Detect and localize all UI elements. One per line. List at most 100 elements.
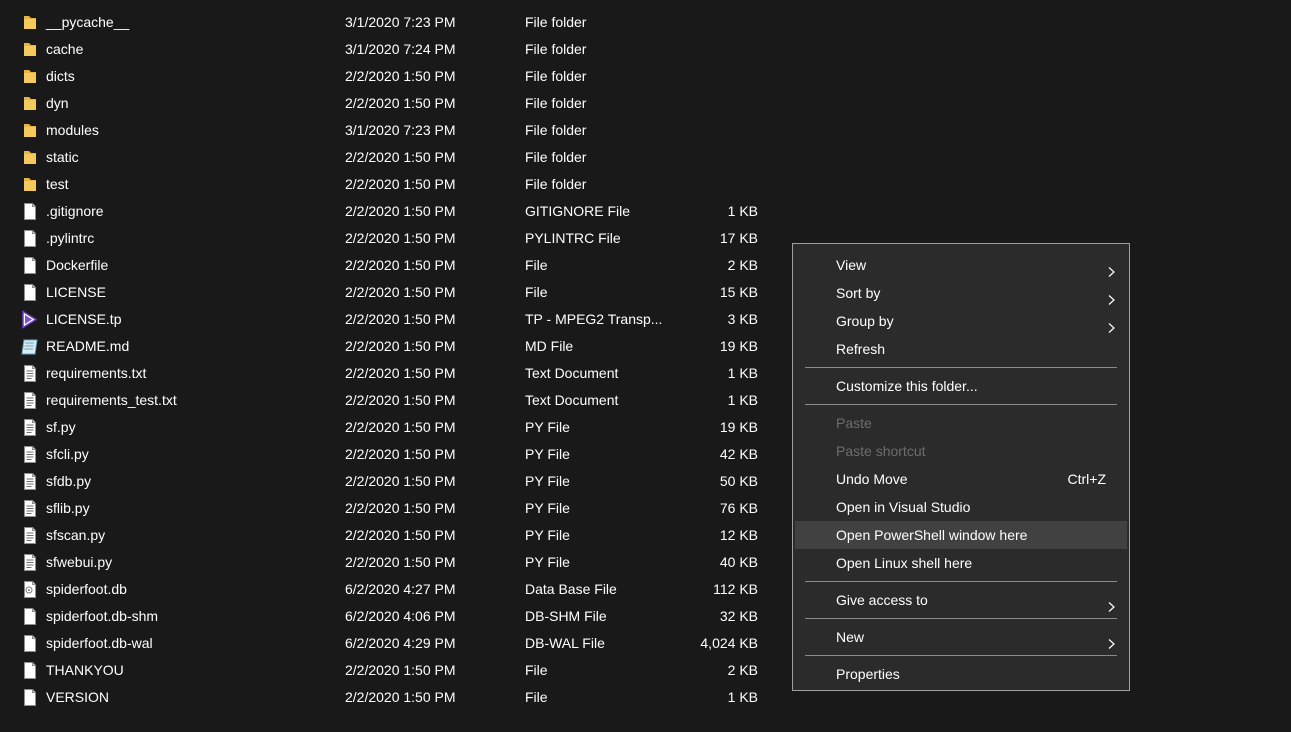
file-date-modified: 6/2/2020 4:29 PM (345, 635, 456, 651)
menu-item-customize-this-folder[interactable]: Customize this folder... (795, 372, 1127, 400)
chevron-right-icon (1105, 259, 1117, 277)
file-row[interactable]: sfcli.py 2/2/2020 1:50 PM PY File 42 KB (0, 441, 780, 468)
file-name: dicts (46, 68, 75, 84)
menu-item-view[interactable]: View (795, 251, 1127, 279)
menu-item-paste-shortcut[interactable]: Paste shortcut (795, 437, 1127, 465)
file-row[interactable]: .gitignore 2/2/2020 1:50 PM GITIGNORE File… (0, 198, 780, 225)
menu-item-label: Sort by (836, 285, 881, 301)
file-date-modified: 2/2/2020 1:50 PM (345, 284, 456, 300)
file-row[interactable]: static 2/2/2020 1:50 PM File folder (0, 144, 780, 171)
folder-icon (20, 67, 40, 86)
file-type: PY File (525, 473, 570, 489)
file-date-modified: 2/2/2020 1:50 PM (345, 473, 456, 489)
text-file-icon (20, 526, 40, 545)
file-date-modified: 2/2/2020 1:50 PM (345, 554, 456, 570)
file-row[interactable]: __pycache__ 3/1/2020 7:23 PM File folder (0, 9, 780, 36)
file-row[interactable]: modules 3/1/2020 7:23 PM File folder (0, 117, 780, 144)
file-type: File (525, 284, 548, 300)
markdown-file-icon (20, 337, 40, 356)
file-size: 1 KB (727, 365, 758, 381)
file-row[interactable]: Dockerfile 2/2/2020 1:50 PM File 2 KB (0, 252, 780, 279)
file-date-modified: 6/2/2020 4:27 PM (345, 581, 456, 597)
file-row[interactable]: VERSION 2/2/2020 1:50 PM File 1 KB (0, 684, 780, 711)
file-row[interactable]: sf.py 2/2/2020 1:50 PM PY File 19 KB (0, 414, 780, 441)
menu-item-refresh[interactable]: Refresh (795, 335, 1127, 363)
file-row[interactable]: sfwebui.py 2/2/2020 1:50 PM PY File 40 KB (0, 549, 780, 576)
file-name: LICENSE.tp (46, 311, 122, 327)
file-icon (20, 634, 40, 653)
file-row[interactable]: THANKYOU 2/2/2020 1:50 PM File 2 KB (0, 657, 780, 684)
file-row[interactable]: README.md 2/2/2020 1:50 PM MD File 19 KB (0, 333, 780, 360)
file-date-modified: 3/1/2020 7:24 PM (345, 41, 456, 57)
menu-item-open-powershell-window-here[interactable]: Open PowerShell window here (795, 521, 1127, 549)
file-size: 1 KB (727, 689, 758, 705)
file-row[interactable]: spiderfoot.db-shm 6/2/2020 4:06 PM DB-SHM … (0, 603, 780, 630)
file-size: 19 KB (719, 419, 758, 435)
file-date-modified: 2/2/2020 1:50 PM (345, 149, 456, 165)
file-name: sf.py (46, 419, 76, 435)
menu-item-label: Refresh (836, 341, 886, 357)
file-row[interactable]: .pylintrc 2/2/2020 1:50 PM PYLINTRC File 17… (0, 225, 780, 252)
file-row[interactable]: sfdb.py 2/2/2020 1:50 PM PY File 50 KB (0, 468, 780, 495)
menu-item-sort-by[interactable]: Sort by (795, 279, 1127, 307)
file-date-modified: 2/2/2020 1:50 PM (345, 446, 456, 462)
file-size: 12 KB (719, 527, 758, 543)
file-size: 4,024 KB (700, 635, 758, 651)
file-name: THANKYOU (46, 662, 124, 678)
menu-item-open-linux-shell-here[interactable]: Open Linux shell here (795, 549, 1127, 577)
file-row[interactable]: sfscan.py 2/2/2020 1:50 PM PY File 12 KB (0, 522, 780, 549)
file-row[interactable]: spiderfoot.db-wal 6/2/2020 4:29 PM DB-WAL … (0, 630, 780, 657)
folder-icon (20, 94, 40, 113)
chevron-right-icon (1105, 315, 1117, 333)
menu-item-label: Group by (836, 313, 894, 329)
file-name: cache (46, 41, 84, 57)
text-file-icon (20, 364, 40, 383)
file-type: File (525, 257, 548, 273)
file-name: README.md (46, 338, 130, 354)
menu-item-label: New (836, 629, 865, 645)
file-type: Data Base File (525, 581, 617, 597)
file-name: Dockerfile (46, 257, 109, 273)
file-icon (20, 256, 40, 275)
file-row[interactable]: spiderfoot.db 6/2/2020 4:27 PM Data Base F… (0, 576, 780, 603)
file-row[interactable]: sflib.py 2/2/2020 1:50 PM PY File 76 KB (0, 495, 780, 522)
file-list: __pycache__ 3/1/2020 7:23 PM File folder ca… (0, 9, 780, 711)
menu-item-give-access-to[interactable]: Give access to (795, 586, 1127, 614)
file-size: 15 KB (719, 284, 758, 300)
file-row[interactable]: dicts 2/2/2020 1:50 PM File folder (0, 63, 780, 90)
menu-item-group-by[interactable]: Group by (795, 307, 1127, 335)
file-name: spiderfoot.db-shm (46, 608, 159, 624)
file-row[interactable]: LICENSE.tp 2/2/2020 1:50 PM TP - MPEG2 Tra… (0, 306, 780, 333)
file-name: dyn (46, 95, 69, 111)
file-row[interactable]: requirements_test.txt 2/2/2020 1:50 PM Tex… (0, 387, 780, 414)
file-date-modified: 6/2/2020 4:06 PM (345, 608, 456, 624)
menu-item-open-in-visual-studio[interactable]: Open in Visual Studio (795, 493, 1127, 521)
folder-icon (20, 13, 40, 32)
file-name: __pycache__ (46, 14, 130, 30)
menu-separator (805, 581, 1117, 582)
file-type: File folder (525, 41, 587, 57)
file-date-modified: 3/1/2020 7:23 PM (345, 14, 456, 30)
file-size: 3 KB (727, 311, 758, 327)
menu-item-label: Paste shortcut (836, 443, 926, 459)
file-date-modified: 2/2/2020 1:50 PM (345, 500, 456, 516)
file-date-modified: 2/2/2020 1:50 PM (345, 419, 456, 435)
menu-separator (805, 367, 1117, 368)
file-name: static (46, 149, 79, 165)
file-row[interactable]: dyn 2/2/2020 1:50 PM File folder (0, 90, 780, 117)
menu-item-shortcut: Ctrl+Z (1067, 471, 1107, 487)
menu-item-new[interactable]: New (795, 623, 1127, 651)
menu-item-paste[interactable]: Paste (795, 409, 1127, 437)
file-row[interactable]: requirements.txt 2/2/2020 1:50 PM Text Doc… (0, 360, 780, 387)
file-icon (20, 688, 40, 707)
file-type: PY File (525, 500, 570, 516)
file-row[interactable]: LICENSE 2/2/2020 1:50 PM File 15 KB (0, 279, 780, 306)
context-menu: View Sort by Group by Refresh Customize this… (792, 243, 1130, 691)
file-row[interactable]: cache 3/1/2020 7:24 PM File folder (0, 36, 780, 63)
file-row[interactable]: test 2/2/2020 1:50 PM File folder (0, 171, 780, 198)
menu-item-properties[interactable]: Properties (795, 660, 1127, 688)
file-type: TP - MPEG2 Transp... (525, 311, 663, 327)
menu-item-undo-move[interactable]: Undo Move Ctrl+Z (795, 465, 1127, 493)
file-date-modified: 2/2/2020 1:50 PM (345, 392, 456, 408)
file-size: 32 KB (719, 608, 758, 624)
